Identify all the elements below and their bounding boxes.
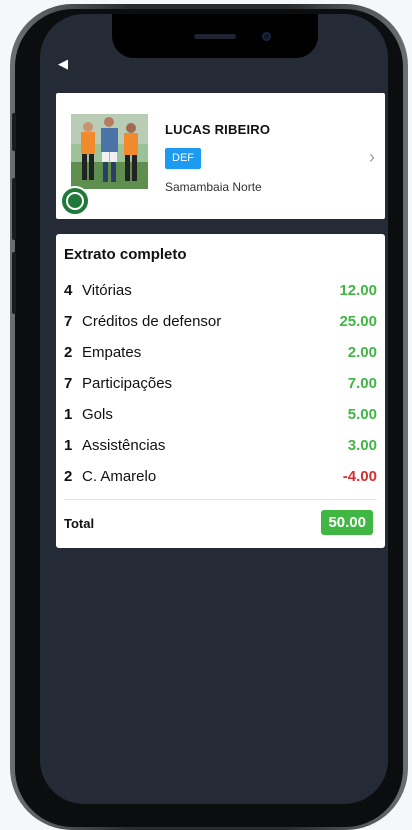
statement-title: Extrato completo [64, 246, 187, 263]
row-qty: 7 [64, 313, 73, 330]
back-button[interactable]: ◀ [58, 54, 78, 74]
row-qty: 1 [64, 437, 73, 454]
row-label: C. Amarelo [82, 468, 157, 485]
row-label: Créditos de defensor [82, 313, 222, 330]
row-label: Vitórias [82, 282, 132, 299]
chevron-right-icon: › [369, 147, 375, 167]
notch [112, 14, 318, 58]
statement-row: 4 Vitórias 12.00 [64, 282, 377, 304]
statement-row: 7 Créditos de defensor 25.00 [64, 313, 377, 335]
statement-row: 1 Assistências 3.00 [64, 437, 377, 459]
row-label: Assistências [82, 437, 166, 454]
row-value: 3.00 [347, 437, 377, 454]
row-value: -4.00 [342, 468, 377, 485]
divider [64, 499, 377, 500]
volume-down-button [12, 252, 16, 314]
team-name: Samambaia Norte [165, 180, 262, 194]
position-badge: DEF [165, 148, 201, 169]
mute-switch [12, 113, 16, 151]
statement-row: 2 C. Amarelo -4.00 [64, 468, 377, 490]
row-value: 5.00 [347, 406, 377, 423]
statement-row: 2 Empates 2.00 [64, 344, 377, 366]
player-photo [71, 114, 148, 189]
row-qty: 2 [64, 344, 73, 361]
total-label: Total [64, 516, 95, 531]
row-qty: 4 [64, 282, 73, 299]
row-value: 7.00 [347, 375, 377, 392]
back-arrow-icon: ◀ [58, 56, 68, 71]
camera [262, 32, 271, 41]
row-value: 12.00 [339, 282, 377, 299]
club-badge-icon [60, 186, 90, 216]
row-qty: 7 [64, 375, 73, 392]
player-card[interactable]: LUCAS RIBEIRO DEF Samambaia Norte › [56, 93, 385, 219]
speaker [194, 34, 236, 39]
player-name: LUCAS RIBEIRO [165, 122, 271, 137]
row-label: Empates [82, 344, 142, 361]
row-value: 2.00 [347, 344, 377, 361]
row-qty: 2 [64, 468, 73, 485]
statement-card: Extrato completo 4 Vitórias 12.00 7 Crédit… [56, 234, 385, 548]
total-value-badge: 50.00 [321, 510, 373, 535]
row-label: Gols [82, 406, 113, 423]
statement-row: 7 Participações 7.00 [64, 375, 377, 397]
statement-row: 1 Gols 5.00 [64, 406, 377, 428]
app-screen: ◀ LUCAS RIBEIRO DEF Samambaia Norte › Ex… [40, 14, 388, 804]
row-qty: 1 [64, 406, 73, 423]
row-value: 25.00 [339, 313, 377, 330]
volume-up-button [12, 178, 16, 240]
row-label: Participações [82, 375, 173, 392]
